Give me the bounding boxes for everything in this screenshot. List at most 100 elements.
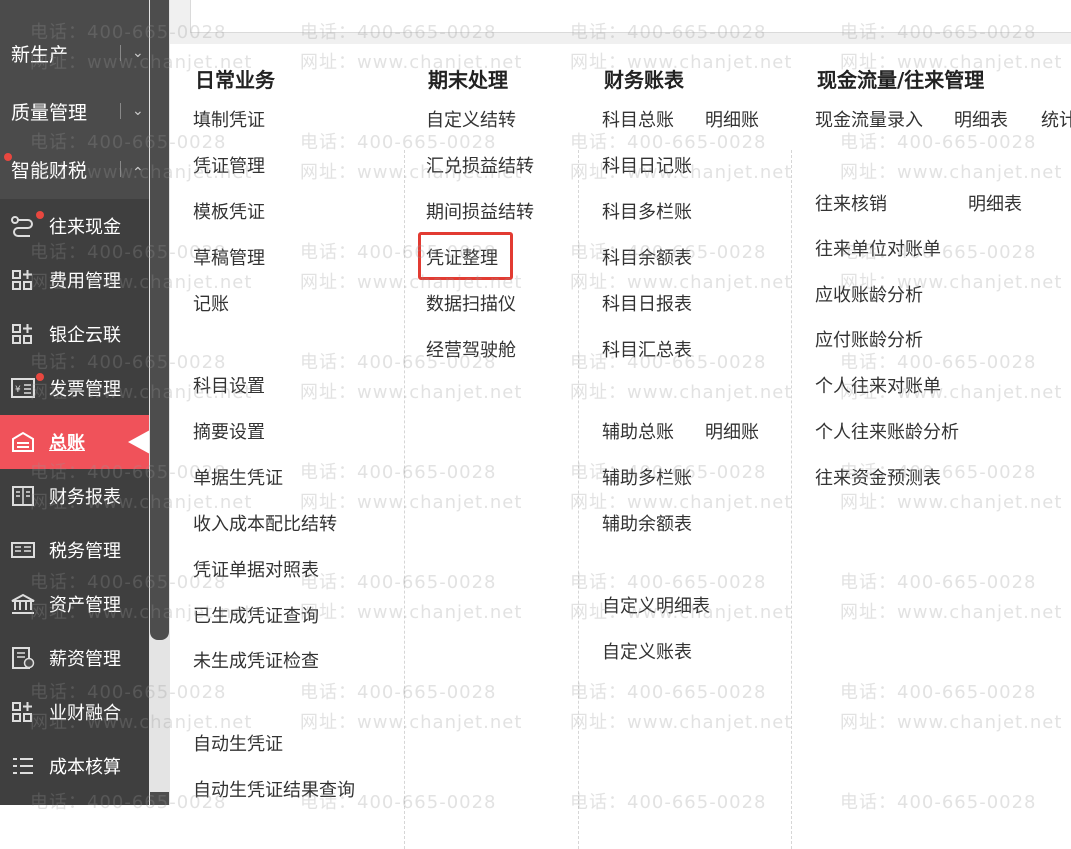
menu-item-partner-statement[interactable]: 往来单位对账单: [815, 238, 941, 262]
column-title-ledgers: 财务账表: [604, 68, 684, 92]
sidebar-item-label: 费用管理: [49, 271, 121, 292]
highlight-box: [418, 232, 513, 280]
sidebar-item-label: 资产管理: [49, 595, 121, 616]
column-divider: [791, 150, 792, 849]
menu-item-auto-voucher-result-query[interactable]: 自动生凭证结果查询: [193, 779, 355, 803]
notification-dot: [4, 153, 12, 161]
sidebar-item-financial-reports[interactable]: 财务报表: [0, 469, 149, 523]
menu-item-account-balance[interactable]: 科目余额表: [602, 247, 692, 271]
menu-item-custom-detail[interactable]: 自定义明细表: [602, 595, 710, 619]
notification-dot: [36, 211, 44, 219]
menu-item-cashflow-entry[interactable]: 现金流量录入: [815, 109, 923, 133]
column-divider: [578, 150, 579, 849]
scrollbar-thumb[interactable]: [150, 0, 169, 640]
separator: [120, 103, 121, 119]
top-panel-content: [190, 0, 1071, 33]
menu-item-detail-ledger[interactable]: 明细账: [705, 109, 759, 133]
sidebar-item-label: 银企云联: [49, 325, 121, 346]
sidebar-item-business-finance[interactable]: 业财融合: [0, 685, 149, 739]
separator: [120, 161, 121, 177]
menu-item-draft-management[interactable]: 草稿管理: [193, 247, 265, 271]
menu-item-generated-voucher-query[interactable]: 已生成凭证查询: [193, 605, 319, 629]
menu-item-receivable-aging[interactable]: 应收账龄分析: [815, 284, 923, 308]
menu-item-cashflow-statistics[interactable]: 统计: [1041, 109, 1071, 133]
column-title-cashflow: 现金流量/往来管理: [817, 68, 985, 92]
menu-item-personal-statement[interactable]: 个人往来对账单: [815, 375, 941, 399]
menu-item-custom-carry-forward[interactable]: 自定义结转: [426, 109, 516, 133]
menu-item-account-daily-report[interactable]: 科目日报表: [602, 293, 692, 317]
menu-item-account-summary[interactable]: 科目汇总表: [602, 339, 692, 363]
sidebar-item-label: 成本核算: [49, 757, 121, 778]
menu-item-personal-aging[interactable]: 个人往来账龄分析: [815, 421, 959, 445]
menu-item-period-pl-carry-forward[interactable]: 期间损益结转: [426, 201, 534, 225]
menu-item-aux-general-ledger[interactable]: 辅助总账: [602, 421, 674, 445]
invoice-icon: ¥: [11, 378, 35, 398]
general-ledger-menu: 日常业务 填制凭证 凭证管理 模板凭证 草稿管理 记账 科目设置 摘要设置 单据…: [170, 44, 1071, 849]
tax-icon: [11, 542, 35, 558]
menu-item-voucher-management[interactable]: 凭证管理: [193, 155, 265, 179]
separator: [120, 45, 121, 61]
menu-item-account-multicolumn[interactable]: 科目多栏账: [602, 201, 692, 225]
menu-item-fx-gain-loss-carry-forward[interactable]: 汇兑损益结转: [426, 155, 534, 179]
menu-item-payable-aging[interactable]: 应付账龄分析: [815, 329, 923, 353]
chevron-down-icon: ⌄: [132, 103, 144, 119]
menu-item-cashflow-detail[interactable]: 明细表: [954, 109, 1008, 133]
grid-plus-icon: [12, 702, 32, 722]
menu-item-business-cockpit[interactable]: 经营驾驶舱: [426, 339, 516, 363]
scrollbar-thumb-lower: [150, 792, 169, 805]
ledger-icon: [12, 431, 34, 452]
book-icon: [12, 486, 34, 506]
sidebar-group-new-production[interactable]: 新生产 ⌄: [0, 25, 149, 81]
menu-item-document-to-voucher[interactable]: 单据生凭证: [193, 467, 283, 491]
sidebar-item-label: 税务管理: [49, 541, 121, 562]
payroll-icon: [12, 647, 35, 669]
sidebar-scrollbar[interactable]: [149, 0, 170, 805]
sidebar-item-label: 发票管理: [49, 379, 121, 400]
route-icon: [11, 216, 33, 237]
sidebar-item-assets[interactable]: 资产管理: [0, 577, 149, 631]
notification-dot: [36, 373, 44, 381]
sidebar-item-invoice[interactable]: ¥ 发票管理: [0, 361, 149, 415]
sidebar-group-smart-finance[interactable]: 智能财税 ⌃: [0, 141, 149, 197]
bank-icon: [11, 593, 35, 614]
sidebar-nav: 新生产 ⌄ 质量管理 ⌄ 智能财税 ⌃ 往来现金 费用管理 银企云联 ¥ 发票管…: [0, 0, 149, 805]
menu-item-aux-detail-ledger[interactable]: 明细账: [705, 421, 759, 445]
menu-item-receivable-writeoff[interactable]: 往来核销: [815, 193, 887, 217]
menu-item-aux-balance[interactable]: 辅助余额表: [602, 513, 692, 537]
menu-item-fund-forecast[interactable]: 往来资金预测表: [815, 467, 941, 491]
menu-item-revenue-cost-matching[interactable]: 收入成本配比结转: [193, 513, 337, 537]
menu-item-ungenerated-voucher-check[interactable]: 未生成凭证检查: [193, 650, 319, 674]
menu-item-data-scanner[interactable]: 数据扫描仪: [426, 293, 516, 317]
menu-item-template-voucher[interactable]: 模板凭证: [193, 201, 265, 225]
sidebar-item-tax[interactable]: 税务管理: [0, 523, 149, 577]
sidebar-group-quality[interactable]: 质量管理 ⌄: [0, 83, 149, 139]
menu-item-account-general-ledger[interactable]: 科目总账: [602, 109, 674, 133]
menu-item-posting[interactable]: 记账: [193, 293, 229, 317]
top-panel: [170, 0, 1071, 44]
grid-plus-icon: [12, 324, 32, 344]
sidebar-item-bank-cloud[interactable]: 银企云联: [0, 307, 149, 361]
menu-item-writeoff-detail[interactable]: 明细表: [968, 193, 1022, 217]
menu-item-account-settings[interactable]: 科目设置: [193, 375, 265, 399]
menu-item-summary-settings[interactable]: 摘要设置: [193, 421, 265, 445]
menu-item-custom-ledger[interactable]: 自定义账表: [602, 641, 692, 665]
sidebar-item-label: 总账: [49, 433, 85, 454]
sidebar-item-general-ledger[interactable]: 总账: [0, 415, 149, 469]
chevron-down-icon: ⌄: [132, 45, 144, 61]
sidebar-item-expense[interactable]: 费用管理: [0, 253, 149, 307]
sidebar-group-label: 新生产: [11, 43, 69, 66]
menu-item-account-journal[interactable]: 科目日记账: [602, 155, 692, 179]
menu-item-auto-voucher[interactable]: 自动生凭证: [193, 733, 283, 757]
grid-plus-icon: [12, 270, 32, 290]
sidebar-item-label: 薪资管理: [49, 649, 121, 670]
sidebar-item-cost-accounting[interactable]: 成本核算: [0, 739, 149, 793]
menu-item-voucher-document-comparison[interactable]: 凭证单据对照表: [193, 559, 319, 583]
svg-text:¥: ¥: [15, 385, 21, 395]
menu-item-fill-voucher[interactable]: 填制凭证: [193, 109, 265, 133]
menu-item-aux-multicolumn[interactable]: 辅助多栏账: [602, 467, 692, 491]
column-divider: [404, 150, 405, 849]
column-title-period-end: 期末处理: [428, 68, 508, 92]
sidebar-item-receivables-cash[interactable]: 往来现金: [0, 199, 149, 253]
chevron-up-icon: ⌃: [132, 165, 144, 181]
sidebar-item-payroll[interactable]: 薪资管理: [0, 631, 149, 685]
